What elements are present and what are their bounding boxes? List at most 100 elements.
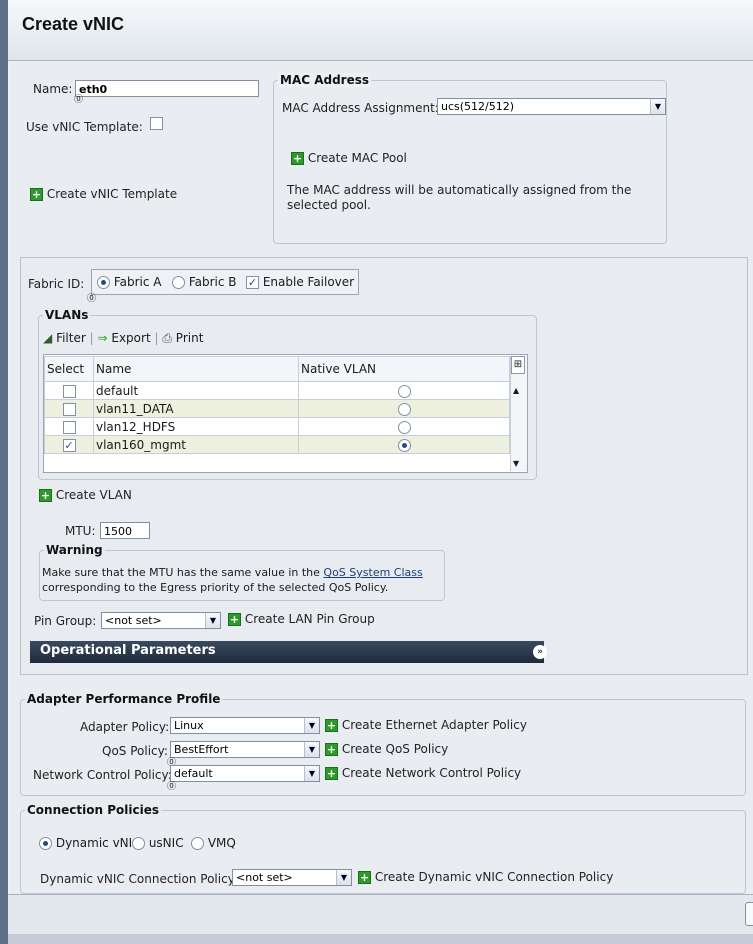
create-lan-pin-group-link[interactable]: + Create LAN Pin Group (228, 612, 375, 626)
vlan-name: vlan11_DATA (93, 399, 299, 418)
operational-parameters-label: Operational Parameters (40, 643, 216, 658)
create-qos-policy-link[interactable]: + Create QoS Policy (325, 742, 448, 756)
dynamic-vnic-policy-value: <not set> (236, 871, 293, 884)
pin-group-label: Pin Group: (34, 614, 97, 628)
window-left-edge (0, 0, 8, 944)
dynamic-vnic-policy-label: Dynamic vNIC Connection Policy: (40, 872, 238, 886)
adapter-policy-label: Adapter Policy: (80, 720, 170, 734)
chevron-down-icon: ▼ (205, 613, 220, 628)
create-vnic-template-link[interactable]: + Create vNIC Template (30, 187, 177, 201)
connection-legend: Connection Policies (25, 803, 161, 817)
filter-button[interactable]: ◢ Filter (43, 331, 86, 345)
vmq-label: VMQ (207, 836, 236, 850)
chevron-down-icon: ▼ (336, 870, 351, 885)
mac-assignment-label: MAC Address Assignment: (282, 101, 439, 115)
warning-text: Make sure that the MTU has the same valu… (42, 565, 442, 595)
mtu-input[interactable]: 1500 (100, 522, 150, 539)
chevron-down-icon: ▼ (304, 766, 319, 781)
dynamic-vnic-label: Dynamic vNIC (55, 836, 141, 850)
column-header-name[interactable]: Name (93, 356, 299, 382)
vmq-radio[interactable]: VMQ (191, 836, 236, 850)
radio-icon (132, 837, 145, 850)
chevron-down-icon: ▼ (304, 718, 319, 733)
qos-policy-value: BestEffort (174, 743, 229, 756)
required-marker-icon: ⓪ (74, 95, 84, 105)
required-marker-icon: ⓪ (167, 782, 177, 792)
table-row[interactable]: ✓ vlan160_mgmt (44, 435, 510, 454)
enable-failover-checkbox[interactable]: ✓ Enable Failover (246, 275, 354, 289)
table-row[interactable]: vlan12_HDFS (44, 417, 510, 436)
use-template-checkbox[interactable] (150, 117, 163, 130)
table-row[interactable]: default (44, 381, 510, 400)
printer-icon: ⎙ (162, 331, 172, 345)
mac-assignment-select[interactable]: ucs(512/512) ▼ (437, 98, 666, 115)
operational-parameters-bar[interactable]: Operational Parameters (30, 641, 544, 663)
row-select-checkbox[interactable] (62, 420, 76, 434)
qos-policy-select[interactable]: BestEffort ▼ (170, 741, 320, 758)
chevron-down-icon: ▼ (304, 742, 319, 757)
radio-selected-icon (39, 837, 52, 850)
column-header-select[interactable]: Select (44, 356, 94, 382)
fabric-label: Fabric ID: (28, 277, 85, 291)
native-vlan-radio[interactable] (397, 438, 411, 452)
filter-icon: ◢ (43, 331, 53, 345)
scroll-down-icon[interactable]: ▼ (513, 459, 519, 468)
usnic-radio[interactable]: usNIC (132, 836, 184, 850)
vlan-name: vlan12_HDFS (93, 417, 299, 436)
qos-policy-label: QoS Policy: (102, 744, 168, 758)
native-vlan-radio[interactable] (397, 420, 411, 434)
warning-text-2: corresponding to the Egress priority of … (42, 581, 389, 594)
create-mac-pool-link[interactable]: + Create MAC Pool (291, 151, 407, 165)
vlans-legend: VLANs (43, 308, 91, 322)
plus-icon: + (325, 767, 338, 780)
plus-icon: + (325, 743, 338, 756)
mac-info-text: The MAC address will be automatically as… (287, 183, 632, 212)
plus-icon: + (325, 719, 338, 732)
fabric-a-radio[interactable]: Fabric A (97, 275, 162, 289)
mac-assignment-value: ucs(512/512) (441, 100, 515, 113)
row-select-checkbox[interactable]: ✓ (62, 438, 76, 452)
adapter-policy-value: Linux (174, 719, 204, 732)
create-dynamic-vnic-policy-link[interactable]: + Create Dynamic vNIC Connection Policy (358, 870, 613, 884)
export-arrow-icon: ⇒ (97, 331, 108, 345)
table-row[interactable]: vlan11_DATA (44, 399, 510, 418)
radio-icon (191, 837, 204, 850)
plus-icon: + (39, 489, 52, 502)
footer-button[interactable] (745, 902, 753, 926)
pin-group-value: <not set> (105, 614, 162, 627)
enable-failover-label: Enable Failover (262, 275, 355, 289)
use-template-label: Use vNIC Template: (26, 120, 143, 134)
row-select-checkbox[interactable] (62, 402, 76, 416)
adapter-legend: Adapter Performance Profile (25, 692, 223, 706)
usnic-label: usNIC (148, 836, 184, 850)
dynamic-vnic-radio[interactable]: Dynamic vNIC (39, 836, 141, 850)
column-chooser-icon[interactable]: ⊞ (511, 356, 525, 374)
chevron-down-icon: ▼ (650, 99, 665, 114)
warning-legend: Warning (44, 543, 105, 557)
network-control-policy-select[interactable]: default ▼ (170, 765, 320, 782)
expand-chevron-icon[interactable]: » (533, 645, 547, 659)
pin-group-select[interactable]: <not set> ▼ (101, 612, 221, 629)
row-select-checkbox[interactable] (62, 384, 76, 398)
column-header-native-vlan[interactable]: Native VLAN (298, 356, 510, 382)
plus-icon: + (30, 188, 43, 201)
network-control-policy-label: Network Control Policy: (33, 768, 172, 782)
dynamic-vnic-policy-select[interactable]: <not set> ▼ (232, 869, 352, 886)
adapter-policy-select[interactable]: Linux ▼ (170, 717, 320, 734)
plus-icon: + (291, 152, 304, 165)
create-ethernet-adapter-policy-link[interactable]: + Create Ethernet Adapter Policy (325, 718, 527, 732)
plus-icon: + (228, 613, 241, 626)
native-vlan-radio[interactable] (397, 402, 411, 416)
fabric-b-label: Fabric B (188, 275, 237, 289)
native-vlan-radio[interactable] (397, 384, 411, 398)
fabric-b-radio[interactable]: Fabric B (172, 275, 237, 289)
print-button[interactable]: ⎙ Print (162, 331, 203, 345)
scroll-up-icon[interactable]: ▲ (513, 386, 519, 395)
create-vlan-link[interactable]: + Create VLAN (39, 488, 132, 502)
name-input[interactable]: eth0 (75, 80, 259, 97)
export-button[interactable]: ⇒ Export (97, 331, 150, 345)
warning-text-1: Make sure that the MTU has the same valu… (42, 566, 320, 579)
create-network-control-policy-link[interactable]: + Create Network Control Policy (325, 766, 521, 780)
vlan-name: default (93, 381, 299, 400)
qos-system-class-link[interactable]: QoS System Class (323, 566, 422, 579)
